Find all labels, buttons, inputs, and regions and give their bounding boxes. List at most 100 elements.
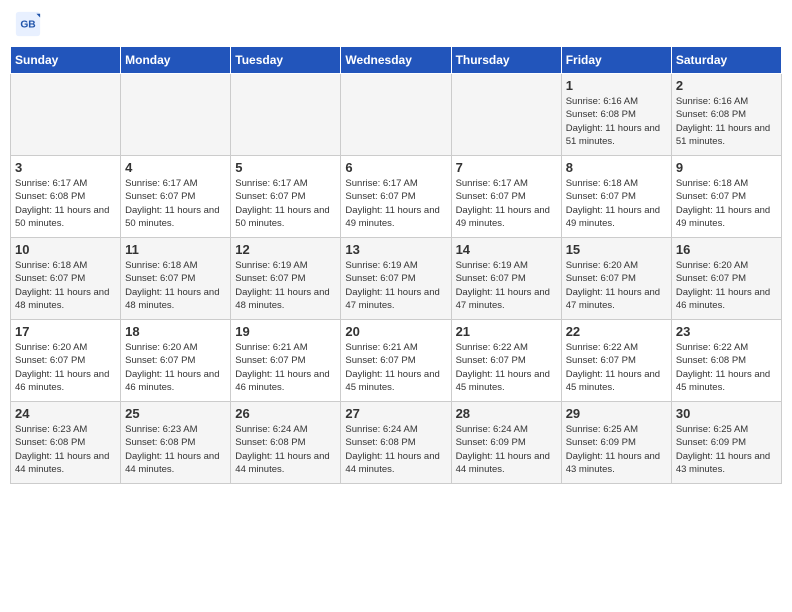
day-info: Sunrise: 6:22 AM Sunset: 6:08 PM Dayligh…: [676, 341, 777, 394]
day-number: 10: [15, 242, 116, 257]
day-number: 24: [15, 406, 116, 421]
calendar-cell: 12 Sunrise: 6:19 AM Sunset: 6:07 PM Dayli…: [231, 238, 341, 320]
day-info: Sunrise: 6:21 AM Sunset: 6:07 PM Dayligh…: [345, 341, 446, 394]
day-info: Sunrise: 6:24 AM Sunset: 6:08 PM Dayligh…: [235, 423, 336, 476]
day-number: 8: [566, 160, 667, 175]
day-info: Sunrise: 6:18 AM Sunset: 6:07 PM Dayligh…: [676, 177, 777, 230]
calendar-cell: 11 Sunrise: 6:18 AM Sunset: 6:07 PM Dayli…: [121, 238, 231, 320]
day-number: 16: [676, 242, 777, 257]
logo: GB: [14, 10, 44, 38]
day-number: 1: [566, 78, 667, 93]
day-header-tuesday: Tuesday: [231, 47, 341, 74]
calendar-cell: 27 Sunrise: 6:24 AM Sunset: 6:08 PM Dayli…: [341, 402, 451, 484]
day-number: 25: [125, 406, 226, 421]
day-info: Sunrise: 6:20 AM Sunset: 6:07 PM Dayligh…: [15, 341, 116, 394]
day-number: 12: [235, 242, 336, 257]
day-number: 9: [676, 160, 777, 175]
day-number: 17: [15, 324, 116, 339]
day-info: Sunrise: 6:19 AM Sunset: 6:07 PM Dayligh…: [345, 259, 446, 312]
day-info: Sunrise: 6:20 AM Sunset: 6:07 PM Dayligh…: [566, 259, 667, 312]
day-number: 27: [345, 406, 446, 421]
calendar-cell: 17 Sunrise: 6:20 AM Sunset: 6:07 PM Dayli…: [11, 320, 121, 402]
calendar-cell: 26 Sunrise: 6:24 AM Sunset: 6:08 PM Dayli…: [231, 402, 341, 484]
calendar-cell: 24 Sunrise: 6:23 AM Sunset: 6:08 PM Dayli…: [11, 402, 121, 484]
day-header-monday: Monday: [121, 47, 231, 74]
day-number: 11: [125, 242, 226, 257]
calendar-cell: 15 Sunrise: 6:20 AM Sunset: 6:07 PM Dayli…: [561, 238, 671, 320]
calendar-cell: 3 Sunrise: 6:17 AM Sunset: 6:08 PM Daylig…: [11, 156, 121, 238]
day-number: 20: [345, 324, 446, 339]
day-number: 22: [566, 324, 667, 339]
calendar-cell: 22 Sunrise: 6:22 AM Sunset: 6:07 PM Dayli…: [561, 320, 671, 402]
calendar-cell: 29Sunrise: 6:25 AM Sunset: 6:09 PM Dayli…: [561, 402, 671, 484]
calendar-cell: 10 Sunrise: 6:18 AM Sunset: 6:07 PM Dayli…: [11, 238, 121, 320]
calendar-table: SundayMondayTuesdayWednesdayThursdayFrid…: [10, 46, 782, 484]
day-header-thursday: Thursday: [451, 47, 561, 74]
day-info: Sunrise: 6:24 AM Sunset: 6:09 PM Dayligh…: [456, 423, 557, 476]
day-info: Sunrise: 6:17 AM Sunset: 6:07 PM Dayligh…: [345, 177, 446, 230]
calendar-cell: [11, 74, 121, 156]
day-info: Sunrise: 6:18 AM Sunset: 6:07 PM Dayligh…: [125, 259, 226, 312]
day-info: Sunrise: 6:24 AM Sunset: 6:08 PM Dayligh…: [345, 423, 446, 476]
day-number: 6: [345, 160, 446, 175]
day-info: Sunrise: 6:22 AM Sunset: 6:07 PM Dayligh…: [566, 341, 667, 394]
calendar-cell: 7 Sunrise: 6:17 AM Sunset: 6:07 PM Daylig…: [451, 156, 561, 238]
day-of-week-row: SundayMondayTuesdayWednesdayThursdayFrid…: [11, 47, 782, 74]
day-info: Sunrise: 6:16 AM Sunset: 6:08 PM Dayligh…: [676, 95, 777, 148]
day-number: 23: [676, 324, 777, 339]
day-number: 5: [235, 160, 336, 175]
calendar-week-1: 1 Sunrise: 6:16 AM Sunset: 6:08 PM Daylig…: [11, 74, 782, 156]
day-number: 29: [566, 406, 667, 421]
day-number: 26: [235, 406, 336, 421]
day-info: Sunrise: 6:17 AM Sunset: 6:07 PM Dayligh…: [456, 177, 557, 230]
day-number: 15: [566, 242, 667, 257]
day-info: Sunrise: 6:21 AM Sunset: 6:07 PM Dayligh…: [235, 341, 336, 394]
day-number: 21: [456, 324, 557, 339]
calendar-cell: 20 Sunrise: 6:21 AM Sunset: 6:07 PM Dayli…: [341, 320, 451, 402]
calendar-week-2: 3 Sunrise: 6:17 AM Sunset: 6:08 PM Daylig…: [11, 156, 782, 238]
day-number: 3: [15, 160, 116, 175]
day-number: 7: [456, 160, 557, 175]
day-info: Sunrise: 6:16 AM Sunset: 6:08 PM Dayligh…: [566, 95, 667, 148]
calendar-cell: 16 Sunrise: 6:20 AM Sunset: 6:07 PM Dayli…: [671, 238, 781, 320]
day-info: Sunrise: 6:19 AM Sunset: 6:07 PM Dayligh…: [235, 259, 336, 312]
calendar-cell: 18 Sunrise: 6:20 AM Sunset: 6:07 PM Dayli…: [121, 320, 231, 402]
calendar-cell: 8 Sunrise: 6:18 AM Sunset: 6:07 PM Daylig…: [561, 156, 671, 238]
day-header-wednesday: Wednesday: [341, 47, 451, 74]
day-number: 14: [456, 242, 557, 257]
calendar-cell: 21 Sunrise: 6:22 AM Sunset: 6:07 PM Dayli…: [451, 320, 561, 402]
day-number: 18: [125, 324, 226, 339]
day-number: 30: [676, 406, 777, 421]
day-number: 4: [125, 160, 226, 175]
calendar-week-5: 24 Sunrise: 6:23 AM Sunset: 6:08 PM Dayli…: [11, 402, 782, 484]
day-header-friday: Friday: [561, 47, 671, 74]
svg-text:GB: GB: [20, 20, 35, 31]
calendar-cell: [121, 74, 231, 156]
day-info: Sunrise: 6:20 AM Sunset: 6:07 PM Dayligh…: [676, 259, 777, 312]
logo-icon: GB: [14, 10, 42, 38]
calendar-cell: [231, 74, 341, 156]
day-number: 19: [235, 324, 336, 339]
calendar-week-3: 10 Sunrise: 6:18 AM Sunset: 6:07 PM Dayli…: [11, 238, 782, 320]
calendar-body: 1 Sunrise: 6:16 AM Sunset: 6:08 PM Daylig…: [11, 74, 782, 484]
day-info: Sunrise: 6:23 AM Sunset: 6:08 PM Dayligh…: [15, 423, 116, 476]
calendar-cell: [451, 74, 561, 156]
day-info: Sunrise: 6:18 AM Sunset: 6:07 PM Dayligh…: [566, 177, 667, 230]
day-info: Sunrise: 6:20 AM Sunset: 6:07 PM Dayligh…: [125, 341, 226, 394]
day-info: Sunrise: 6:19 AM Sunset: 6:07 PM Dayligh…: [456, 259, 557, 312]
day-number: 13: [345, 242, 446, 257]
day-info: Sunrise: 6:17 AM Sunset: 6:07 PM Dayligh…: [125, 177, 226, 230]
calendar-cell: 4 Sunrise: 6:17 AM Sunset: 6:07 PM Daylig…: [121, 156, 231, 238]
day-info: Sunrise: 6:17 AM Sunset: 6:08 PM Dayligh…: [15, 177, 116, 230]
day-number: 28: [456, 406, 557, 421]
day-info: Sunrise: 6:22 AM Sunset: 6:07 PM Dayligh…: [456, 341, 557, 394]
calendar-cell: 28 Sunrise: 6:24 AM Sunset: 6:09 PM Dayli…: [451, 402, 561, 484]
calendar-week-4: 17 Sunrise: 6:20 AM Sunset: 6:07 PM Dayli…: [11, 320, 782, 402]
calendar-cell: 25Sunrise: 6:23 AM Sunset: 6:08 PM Dayli…: [121, 402, 231, 484]
calendar-cell: 23 Sunrise: 6:22 AM Sunset: 6:08 PM Dayli…: [671, 320, 781, 402]
day-info: Sunrise: 6:17 AM Sunset: 6:07 PM Dayligh…: [235, 177, 336, 230]
calendar-cell: 5 Sunrise: 6:17 AM Sunset: 6:07 PM Daylig…: [231, 156, 341, 238]
day-info: Sunrise: 6:18 AM Sunset: 6:07 PM Dayligh…: [15, 259, 116, 312]
calendar-cell: 13 Sunrise: 6:19 AM Sunset: 6:07 PM Dayli…: [341, 238, 451, 320]
calendar-cell: 6 Sunrise: 6:17 AM Sunset: 6:07 PM Daylig…: [341, 156, 451, 238]
